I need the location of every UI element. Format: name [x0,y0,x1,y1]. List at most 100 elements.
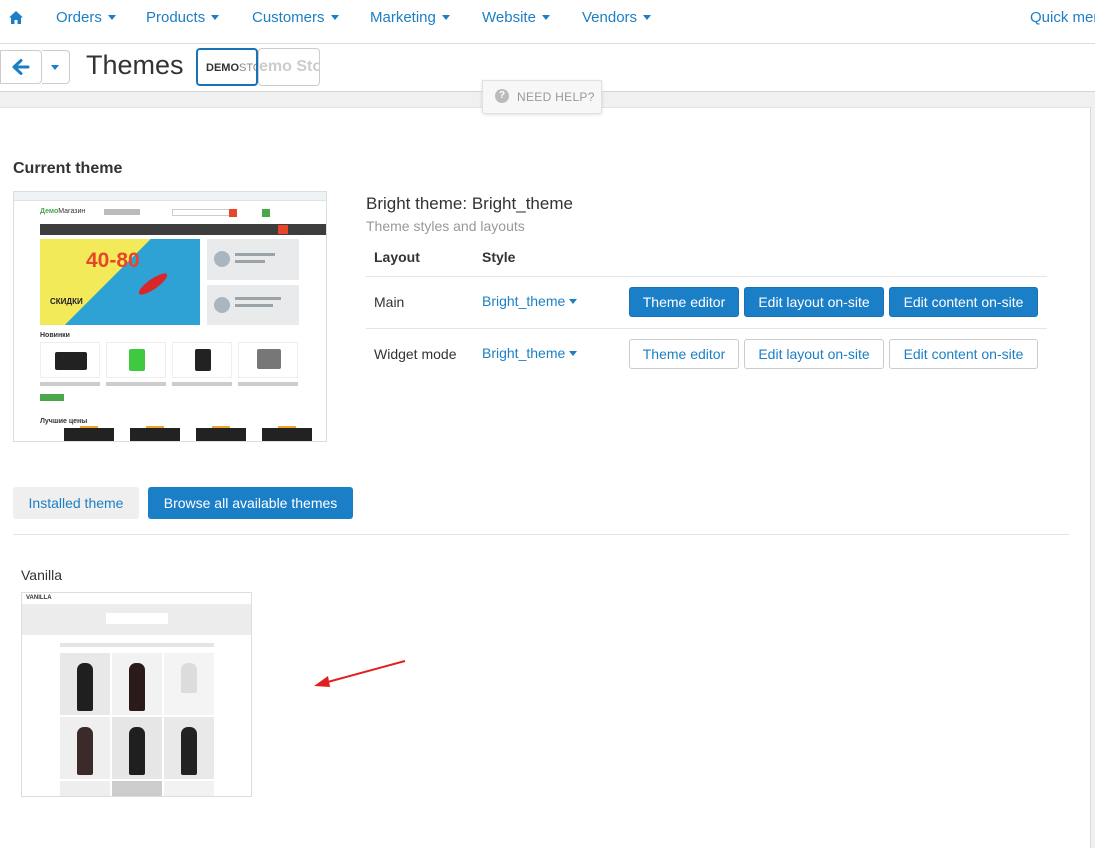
chevron-down-icon [643,14,652,20]
vanilla-preview-product [60,781,110,796]
store-label-light: STO [239,62,256,74]
theme-editor-button-widget[interactable]: Theme editor [629,339,739,369]
column-header-style: Style [482,249,516,265]
preview-logo: ДемоМагазин [40,208,85,215]
nav-customers[interactable]: Customers [252,0,339,36]
chevron-down-icon [51,65,59,70]
vanilla-preview-product [60,653,110,715]
preview-cart [262,209,270,217]
pepper-icon [136,270,170,298]
style-select-main-label: Bright_theme [482,293,566,309]
current-theme-name: Bright theme: Bright_theme [366,194,573,213]
preview-line [235,304,273,307]
store-label-strong: DEMO [206,62,239,74]
tab-installed-theme[interactable]: Installed theme [13,487,139,519]
page-title: Themes [86,50,184,80]
need-help-label: NEED HELP? [517,90,595,104]
nav-marketing[interactable]: Marketing [370,0,450,36]
preview-product-row [262,428,312,441]
edit-layout-button-widget[interactable]: Edit layout on-site [744,339,884,369]
tab-browse-themes[interactable]: Browse all available themes [148,487,353,519]
top-navigation: Orders Products Customers Marketing Webs… [0,0,1095,44]
preview-search [172,209,234,216]
preview-device [129,349,145,371]
preview-side-block [207,239,299,280]
preview-price [106,382,166,386]
nav-vendors[interactable]: Vendors [582,0,652,36]
style-select-widget-label: Bright_theme [482,345,566,361]
preview-price [40,382,100,386]
chevron-down-icon [569,298,578,304]
chevron-down-icon [107,14,116,20]
preview-topbar [14,192,326,201]
vanilla-preview-product [112,717,162,779]
preview-logo-a: Демо [40,208,59,215]
nav-orders[interactable]: Orders [56,0,116,36]
home-icon[interactable] [8,10,24,26]
model-figure [129,727,145,775]
chevron-down-icon [441,14,450,20]
back-dropdown-button[interactable] [42,50,70,84]
tabs-divider [13,534,1069,535]
current-theme-heading: Current theme [13,160,123,177]
edit-content-button-widget[interactable]: Edit content on-site [889,339,1038,369]
need-help-button[interactable]: ? NEED HELP? [482,80,602,114]
chevron-down-icon [330,14,339,20]
model-figure [181,727,197,775]
nav-products[interactable]: Products [146,0,220,36]
vanilla-preview-product [112,653,162,715]
chevron-down-icon [541,14,550,20]
vanilla-preview-product [164,653,214,715]
preview-section-best: Лучшие цены [40,418,88,425]
store-switch-demo-active[interactable]: DEMOSTO [196,48,258,86]
model-figure [77,663,93,711]
preview-banner-sale: СКИДКИ [50,297,83,306]
preview-line [235,297,281,300]
preview-menu-accent [278,225,288,234]
style-select-main[interactable]: Bright_theme [482,293,578,309]
vanilla-theme-preview[interactable]: VANILLA [21,592,252,797]
preview-product [106,342,166,378]
layout-name-main: Main [374,294,405,310]
annotation-arrow-icon [314,660,406,687]
preview-circle [214,297,230,313]
column-header-layout: Layout [374,249,420,265]
preview-device [55,352,87,370]
preview-search-button [229,209,237,217]
preview-section-new: Новинки [40,332,70,339]
preview-banner: 40-80 СКИДКИ [40,239,200,325]
quick-menu-link[interactable]: Quick mer [1030,0,1095,36]
preview-price [238,382,298,386]
preview-phone [104,209,140,215]
nav-vendors-label: Vendors [582,9,638,26]
vanilla-preview-logo: VANILLA [26,595,52,601]
chevron-down-icon [211,14,220,20]
edit-content-button-main[interactable]: Edit content on-site [889,287,1038,317]
edit-layout-button-main[interactable]: Edit layout on-site [744,287,884,317]
nav-website[interactable]: Website [482,0,550,36]
preview-side-block [207,285,299,325]
back-button[interactable] [0,50,42,84]
model-figure [129,663,145,711]
table-divider [366,276,1047,277]
preview-price [172,382,232,386]
preview-product [40,342,100,378]
preview-product-row [64,428,114,441]
vanilla-preview-product [164,781,214,796]
vanilla-preview-product [60,717,110,779]
nav-website-label: Website [482,9,536,26]
preview-product [172,342,232,378]
arrow-left-icon [12,59,30,75]
style-select-widget[interactable]: Bright_theme [482,345,578,361]
theme-editor-button-main[interactable]: Theme editor [629,287,739,317]
chevron-down-icon [569,350,578,356]
nav-orders-label: Orders [56,9,102,26]
model-figure [181,663,197,693]
preview-device [257,349,281,369]
model-figure [77,727,93,775]
table-divider [366,328,1047,329]
preview-product [238,342,298,378]
vanilla-preview-banner-box [106,613,168,624]
store-switch-demo-inactive[interactable]: emo Sto [258,48,320,86]
nav-customers-label: Customers [252,9,325,26]
